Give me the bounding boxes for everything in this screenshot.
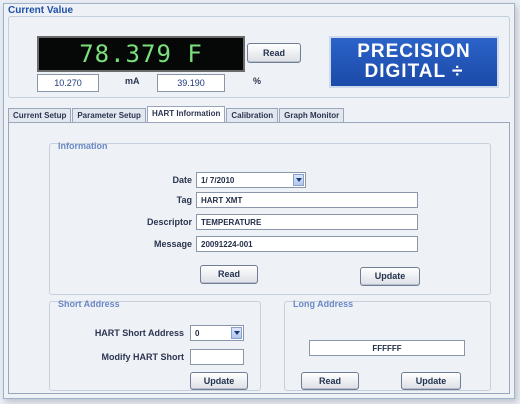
hart-short-address-label: HART Short Address [94,328,184,338]
logo-line1: PRECISION [357,41,471,62]
long-address-update-button[interactable]: Update [401,372,461,390]
chevron-down-icon[interactable] [231,327,242,339]
date-dropdown[interactable]: 1/ 7/2010 [196,172,306,188]
long-address-group-label: Long Address [293,299,354,309]
precision-digital-logo: PRECISION DIGITAL ÷ [329,36,499,88]
descriptor-field[interactable]: TEMPERATURE [196,214,418,230]
tag-label: Tag [176,195,192,205]
tab-parameter-setup[interactable]: Parameter Setup [72,108,146,122]
information-update-button[interactable]: Update [360,267,420,286]
information-group: Information Date 1/ 7/2010 Tag HART XMT … [49,141,491,295]
tab-calibration[interactable]: Calibration [226,108,279,122]
short-address-group-label: Short Address [58,299,120,309]
read-current-value-button[interactable]: Read [247,43,301,63]
modify-hart-short-field[interactable] [190,349,244,365]
short-address-update-button[interactable]: Update [190,372,248,390]
short-address-group: Short Address HART Short Address 0 Modif… [49,299,261,391]
date-label: Date [172,175,192,185]
long-address-read-button[interactable]: Read [301,372,359,390]
current-value-group: 78.379 F Read 10.270 mA 39.190 % PRECISI… [8,16,510,98]
long-address-group: Long Address FFFFFF Read Update [284,299,491,391]
descriptor-label: Descriptor [146,217,192,227]
app-window: Current Value 78.379 F Read 10.270 mA 39… [3,3,515,399]
tab-bar: Current Setup Parameter Setup HART Infor… [8,106,345,123]
ma-unit-label: mA [125,76,140,86]
current-value-display: 78.379 F [37,36,245,72]
percent-value-field: 39.190 [157,74,225,92]
chevron-down-icon[interactable] [293,174,304,186]
message-label: Message [153,239,192,249]
tab-current-setup[interactable]: Current Setup [8,108,72,122]
information-group-label: Information [58,141,108,151]
hart-short-address-value: 0 [195,329,200,338]
tab-hart-information[interactable]: HART Information [146,106,226,122]
tab-graph-monitor[interactable]: Graph Monitor [279,108,345,122]
ma-value-field: 10.270 [37,74,99,92]
current-value-title: Current Value [8,5,74,16]
tag-field[interactable]: HART XMT [196,192,418,208]
percent-unit-label: % [253,76,262,86]
hart-information-panel: Information Date 1/ 7/2010 Tag HART XMT … [8,122,510,394]
message-field[interactable]: 20091224-001 [196,236,418,252]
hart-short-address-dropdown[interactable]: 0 [190,325,244,341]
long-address-field[interactable]: FFFFFF [309,340,465,356]
logo-line2: DIGITAL ÷ [364,61,464,82]
date-value: 1/ 7/2010 [201,176,235,185]
modify-hart-short-label: Modify HART Short [101,352,185,362]
information-read-button[interactable]: Read [200,265,258,284]
